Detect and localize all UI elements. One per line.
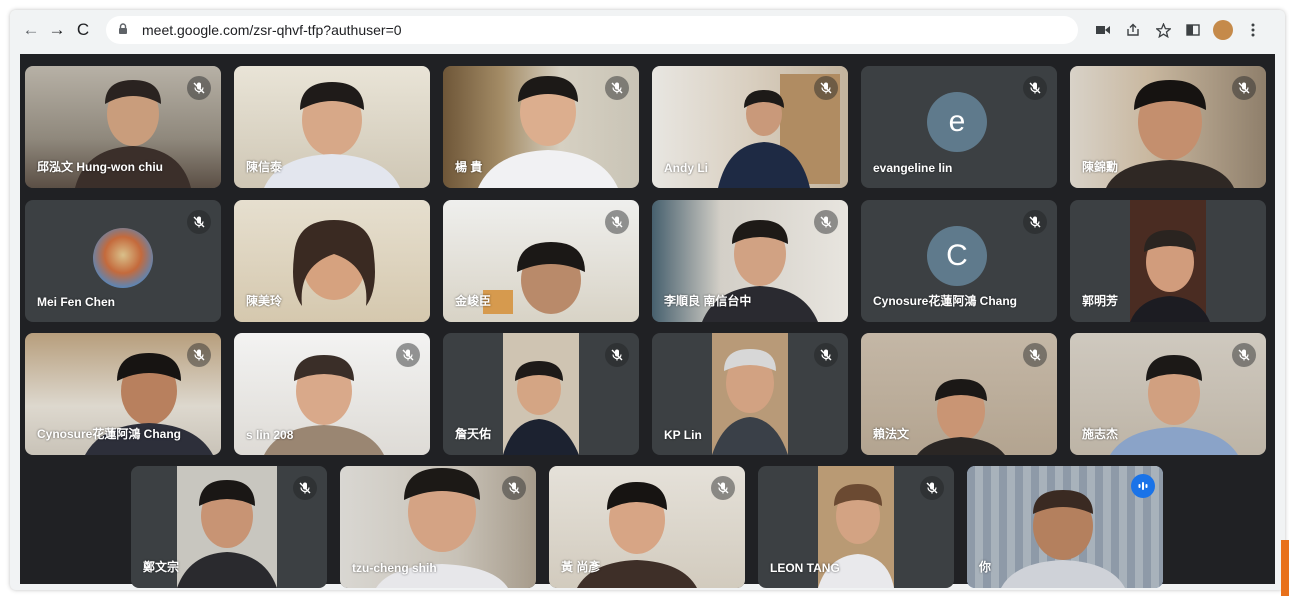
participant-tile[interactable]: Andy Li	[652, 66, 848, 188]
bookmark-star-icon[interactable]	[1148, 17, 1178, 43]
participant-tile[interactable]: 李順良 南信台中	[652, 200, 848, 322]
participant-initial: e	[927, 92, 987, 152]
participant-name: 黃 尚彥	[561, 560, 601, 574]
participant-name: 金峻臣	[455, 294, 492, 308]
muted-mic-icon	[187, 76, 211, 100]
muted-mic-icon	[814, 210, 838, 234]
muted-mic-icon	[502, 476, 526, 500]
participant-tile[interactable]: 楊 貴	[443, 66, 639, 188]
participant-tile[interactable]: 黃 尚彥	[549, 466, 745, 588]
address-bar[interactable]: meet.google.com/zsr-qhvf-tfp?authuser=0	[106, 16, 1078, 44]
muted-mic-icon	[605, 76, 629, 100]
participant-tile[interactable]: e evangeline lin	[861, 66, 1057, 188]
browser-window: ← → C meet.google.com/zsr-qhvf-tfp?authu…	[10, 10, 1285, 590]
participant-tile[interactable]: KP Lin	[652, 333, 848, 455]
muted-mic-icon	[293, 476, 317, 500]
participant-tile[interactable]: 鄭文宗	[131, 466, 327, 588]
browser-toolbar: ← → C meet.google.com/zsr-qhvf-tfp?authu…	[10, 10, 1285, 50]
muted-mic-icon	[187, 343, 211, 367]
muted-mic-icon	[605, 343, 629, 367]
back-icon[interactable]: ←	[18, 17, 44, 43]
participant-name: 郭明芳	[1082, 294, 1119, 308]
participant-tile[interactable]: s lin 208	[234, 333, 430, 455]
participant-name: Mei Fen Chen	[37, 295, 116, 309]
participant-name: Cynosure花蓮阿鴻 Chang	[873, 294, 1018, 308]
participant-name: 邱泓文 Hung-won chiu	[37, 160, 163, 174]
nav-buttons: ← → C	[18, 17, 96, 43]
muted-mic-icon	[814, 343, 838, 367]
participant-tile[interactable]: 施志杰	[1070, 333, 1266, 455]
participant-tile[interactable]: 陳錦勳	[1070, 66, 1266, 188]
participant-tile[interactable]: 陳信泰	[234, 66, 430, 188]
meet-grid: 邱泓文 Hung-won chiu 陳信泰 楊 貴 Andy Li e evan…	[20, 54, 1275, 588]
participant-name: LEON TANG	[770, 561, 840, 575]
participant-name: 陳信泰	[246, 160, 283, 174]
participant-tile[interactable]: LEON TANG	[758, 466, 954, 588]
participant-name: 鄭文宗	[143, 560, 180, 574]
participant-name: 陳美玲	[246, 294, 283, 308]
muted-mic-icon	[1232, 76, 1256, 100]
participant-tile[interactable]: 郭明芳	[1070, 200, 1266, 322]
participant-name: tzu-cheng shih	[352, 561, 437, 575]
side-panel-icon[interactable]	[1178, 17, 1208, 43]
participant-name: evangeline lin	[873, 161, 953, 175]
participant-name: 李順良 南信台中	[664, 294, 752, 308]
kebab-menu-icon[interactable]	[1238, 17, 1268, 43]
participant-tile[interactable]: 金峻臣	[443, 200, 639, 322]
muted-mic-icon	[711, 476, 735, 500]
camera-icon[interactable]	[1088, 17, 1118, 43]
participant-tile[interactable]: Cynosure花蓮阿鴻 Chang	[25, 333, 221, 455]
muted-mic-icon	[187, 210, 211, 234]
page-edge-accent	[1281, 540, 1289, 596]
share-icon[interactable]	[1118, 17, 1148, 43]
participant-name: 你	[979, 560, 992, 574]
participant-name: Cynosure花蓮阿鴻 Chang	[37, 427, 182, 441]
toolbar-actions	[1088, 17, 1268, 43]
muted-mic-icon	[920, 476, 944, 500]
muted-mic-icon	[814, 76, 838, 100]
participant-tile[interactable]: 陳美玲	[234, 200, 430, 322]
participant-name: 楊 貴	[455, 160, 483, 174]
muted-mic-icon	[1023, 210, 1047, 234]
forward-icon[interactable]: →	[44, 17, 70, 43]
participant-tile[interactable]: Mei Fen Chen	[25, 200, 221, 322]
participant-name: KP Lin	[664, 428, 702, 442]
self-view-tile[interactable]: 你	[967, 466, 1163, 588]
participant-tile[interactable]: 邱泓文 Hung-won chiu	[25, 66, 221, 188]
speaking-indicator-icon	[1131, 474, 1155, 498]
participant-name: 賴法文	[873, 427, 910, 441]
lock-icon	[118, 22, 134, 38]
participant-name: Andy Li	[664, 161, 708, 175]
participant-tile[interactable]: 賴法文	[861, 333, 1057, 455]
muted-mic-icon	[1023, 343, 1047, 367]
muted-mic-icon	[1232, 343, 1256, 367]
participant-initial: C	[927, 226, 987, 286]
url-text[interactable]: meet.google.com/zsr-qhvf-tfp?authuser=0	[142, 22, 402, 38]
participant-name: 施志杰	[1082, 427, 1119, 441]
participant-name: s lin 208	[246, 428, 294, 442]
participant-tile[interactable]: tzu-cheng shih	[340, 466, 536, 588]
participant-tile[interactable]: C Cynosure花蓮阿鴻 Chang	[861, 200, 1057, 322]
participant-name: 陳錦勳	[1082, 160, 1119, 174]
muted-mic-icon	[605, 210, 629, 234]
participant-name: 詹天佑	[455, 427, 492, 441]
reload-icon[interactable]: C	[70, 17, 96, 43]
participant-tile[interactable]: 詹天佑	[443, 333, 639, 455]
muted-mic-icon	[396, 343, 420, 367]
muted-mic-icon	[1023, 76, 1047, 100]
profile-avatar-icon[interactable]	[1213, 20, 1233, 40]
